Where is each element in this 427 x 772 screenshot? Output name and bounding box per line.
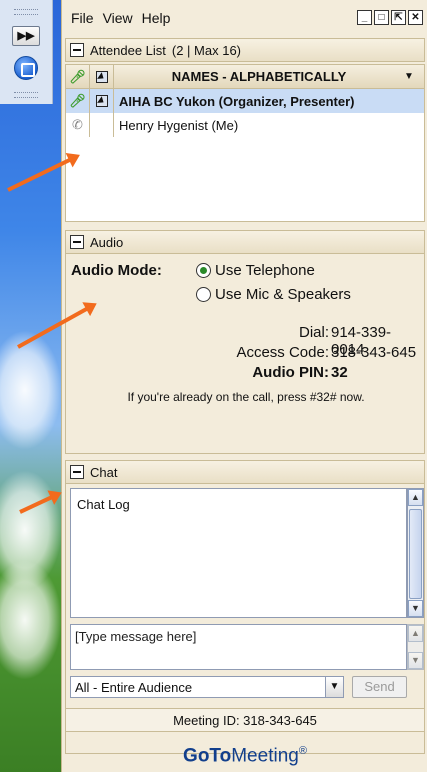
pointer-icon — [95, 70, 108, 83]
logo-part-meeting: Meeting — [231, 745, 299, 767]
restore-button[interactable]: □ — [374, 10, 389, 25]
control-column[interactable] — [90, 65, 114, 88]
use-mic-speakers-option[interactable]: Use Mic & Speakers — [196, 286, 351, 303]
chevron-down-icon[interactable]: ▼ — [325, 677, 343, 697]
microphone-icon: 🎤︎ — [69, 93, 86, 108]
window-controls: _ □ ⇱ ✕ — [357, 10, 423, 25]
message-scrollbar[interactable]: ▲ ▼ — [407, 624, 424, 670]
attendee-list: 🎤︎ NAMES - ALPHABETICALLY ▼ 🎤︎ AIHA BC Y… — [65, 64, 425, 222]
audio-pin-note: If you're already on the call, press #32… — [127, 390, 365, 404]
audio-column[interactable]: 🎤︎ — [66, 65, 90, 88]
menu-file[interactable]: File — [71, 10, 94, 26]
presenter-status — [90, 113, 114, 137]
microphone-icon: 🎤︎ — [69, 68, 86, 84]
names-sort-label: NAMES - ALPHABETICALLY — [171, 69, 347, 84]
audio-title: Audio — [90, 234, 124, 250]
gotomeeting-window: File View Help _ □ ⇱ ✕ Attendee List (2 … — [61, 0, 427, 772]
option-label: Use Mic & Speakers — [215, 286, 351, 303]
close-button[interactable]: ✕ — [408, 10, 423, 25]
phone-icon: ✆ — [72, 117, 83, 132]
chat-title: Chat — [90, 464, 118, 480]
attendee-name: Henry Hygenist (Me) — [119, 117, 239, 133]
scroll-up-button[interactable]: ▲ — [408, 625, 423, 642]
message-input[interactable]: [Type message here] — [70, 624, 407, 670]
scroll-up-button[interactable]: ▲ — [408, 489, 423, 506]
collapse-icon[interactable] — [70, 465, 84, 479]
audio-status: 🎤︎ — [66, 89, 90, 113]
access-code-value: 318-343-645 — [331, 344, 417, 361]
attendee-row[interactable]: ✆ Henry Hygenist (Me) — [66, 113, 424, 137]
meeting-id: Meeting ID: 318-343-645 — [65, 708, 425, 732]
logo-mark: ® — [298, 745, 307, 757]
audio-status: ✆ — [66, 113, 90, 137]
audio-mode-label: Audio Mode: — [71, 262, 162, 279]
cloud-decoration — [0, 330, 62, 450]
radio-selected-icon[interactable] — [196, 263, 211, 278]
attendee-list-title: Attendee List — [90, 42, 166, 58]
presenter-status — [90, 89, 114, 113]
menu-view[interactable]: View — [103, 10, 133, 26]
scroll-thumb[interactable] — [409, 509, 422, 599]
audience-select[interactable]: All - Entire Audience ▼ — [70, 676, 344, 698]
chat-header[interactable]: Chat — [65, 460, 425, 484]
pointer-icon — [95, 95, 108, 107]
cloud-decoration — [0, 560, 62, 680]
chat-log-text: Chat Log — [77, 497, 130, 512]
audio-pin-value: 32 — [331, 364, 348, 381]
chevron-down-icon[interactable]: ▼ — [404, 71, 424, 82]
access-code-label: Access Code: — [236, 344, 329, 361]
expand-panel-button[interactable]: ▶▶ — [12, 26, 40, 46]
use-telephone-option[interactable]: Use Telephone — [196, 262, 315, 279]
audio-header[interactable]: Audio — [65, 230, 425, 254]
attendee-count: (2 | Max 16) — [171, 42, 242, 58]
attendee-column-header[interactable]: 🎤︎ NAMES - ALPHABETICALLY ▼ — [66, 65, 424, 89]
detach-button[interactable]: ⇱ — [391, 10, 406, 25]
message-placeholder: [Type message here] — [75, 629, 197, 644]
scroll-down-button[interactable]: ▼ — [408, 600, 423, 617]
dial-label: Dial: — [298, 324, 329, 341]
desktop-background — [0, 0, 62, 772]
menu-help[interactable]: Help — [142, 10, 171, 26]
collapse-icon[interactable] — [70, 43, 84, 57]
attendee-name: AIHA BC Yukon (Organizer, Presenter) — [119, 93, 355, 109]
screen-share-icon[interactable] — [14, 56, 38, 80]
audio-pin-label: Audio PIN: — [252, 364, 329, 381]
attendee-list-header[interactable]: Attendee List (2 | Max 16) — [65, 38, 425, 62]
attendee-row[interactable]: 🎤︎ AIHA BC Yukon (Organizer, Presenter) — [66, 89, 424, 113]
scroll-down-button[interactable]: ▼ — [408, 652, 423, 669]
audio-panel: Audio Mode: Use Telephone Use Mic & Spea… — [65, 254, 425, 454]
gotomeeting-logo: GoToMeeting® — [65, 734, 425, 768]
audience-selected: All - Entire Audience — [75, 680, 193, 695]
logo-part-goto: GoTo — [183, 745, 232, 767]
control-panel-strip: ▶▶ — [0, 0, 53, 104]
chat-log[interactable]: Chat Log — [70, 488, 407, 618]
grip-handle[interactable] — [14, 92, 38, 98]
radio-icon[interactable] — [196, 287, 211, 302]
collapse-icon[interactable] — [70, 235, 84, 249]
chat-log-scrollbar[interactable]: ▲ ▼ — [407, 488, 424, 618]
send-button[interactable]: Send — [352, 676, 407, 698]
option-label: Use Telephone — [215, 262, 315, 279]
grip-handle[interactable] — [14, 9, 38, 15]
minimize-button[interactable]: _ — [357, 10, 372, 25]
